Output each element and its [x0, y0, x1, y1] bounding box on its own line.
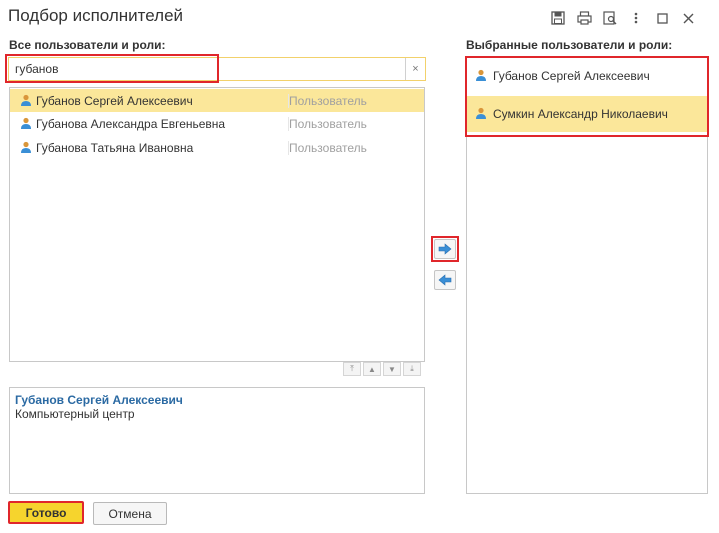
move-down-button[interactable]: ▼: [383, 362, 401, 376]
move-up-button[interactable]: ▲: [363, 362, 381, 376]
close-icon[interactable]: [675, 8, 701, 28]
detail-user-org: Компьютерный центр: [15, 407, 135, 421]
all-users-label: Все пользователи и роли:: [9, 38, 166, 52]
move-down-icon: ▼: [388, 364, 396, 374]
list-item[interactable]: Губанова Татьяна Ивановна Пользователь: [10, 136, 424, 159]
print-icon[interactable]: [571, 8, 597, 28]
list-move-buttons: ⤒ ▲ ▼ ⤓: [343, 362, 421, 376]
search-highlight: [5, 54, 219, 83]
selected-users-label: Выбранные пользователи и роли:: [466, 38, 673, 52]
users-list[interactable]: Губанов Сергей Алексеевич Пользователь Г…: [9, 87, 425, 362]
clear-search-button[interactable]: ×: [405, 58, 425, 80]
move-last-icon: ⤓: [410, 364, 414, 373]
add-selected-button[interactable]: [434, 239, 456, 259]
list-item[interactable]: Губанова Александра Евгеньевна Пользоват…: [10, 112, 424, 135]
user-icon: [20, 117, 32, 133]
remove-selected-button[interactable]: [434, 270, 456, 290]
user-icon: [20, 94, 32, 110]
preview-icon[interactable]: [597, 8, 623, 28]
cancel-button[interactable]: Отмена: [93, 502, 167, 525]
detail-user-name[interactable]: Губанов Сергей Алексеевич: [15, 393, 183, 407]
done-button[interactable]: Готово: [8, 501, 84, 524]
window-title: Подбор исполнителей: [8, 6, 184, 25]
move-up-icon: ▲: [368, 364, 376, 374]
user-icon: [20, 141, 32, 157]
arrow-right-icon: [438, 243, 452, 255]
user-type: Пользователь: [288, 117, 367, 131]
user-type: Пользователь: [288, 94, 367, 108]
arrow-left-icon: [438, 274, 452, 286]
move-last-button[interactable]: ⤓: [403, 362, 421, 376]
user-name: Губанов Сергей Алексеевич: [36, 94, 193, 108]
user-type: Пользователь: [288, 141, 367, 155]
user-name: Губанова Александра Евгеньевна: [36, 117, 226, 131]
save-icon[interactable]: [545, 8, 571, 28]
user-details-panel: Губанов Сергей Алексеевич Компьютерный ц…: [9, 387, 425, 494]
user-name: Губанова Татьяна Ивановна: [36, 141, 194, 155]
move-first-button[interactable]: ⤒: [343, 362, 361, 376]
selected-highlight: [465, 56, 709, 137]
maximize-icon[interactable]: [649, 8, 675, 28]
move-first-icon: ⤒: [350, 364, 354, 373]
window-toolbar: [545, 8, 701, 28]
more-icon[interactable]: [623, 8, 649, 28]
list-item[interactable]: Губанов Сергей Алексеевич Пользователь: [10, 89, 424, 112]
clear-icon: ×: [412, 63, 419, 75]
